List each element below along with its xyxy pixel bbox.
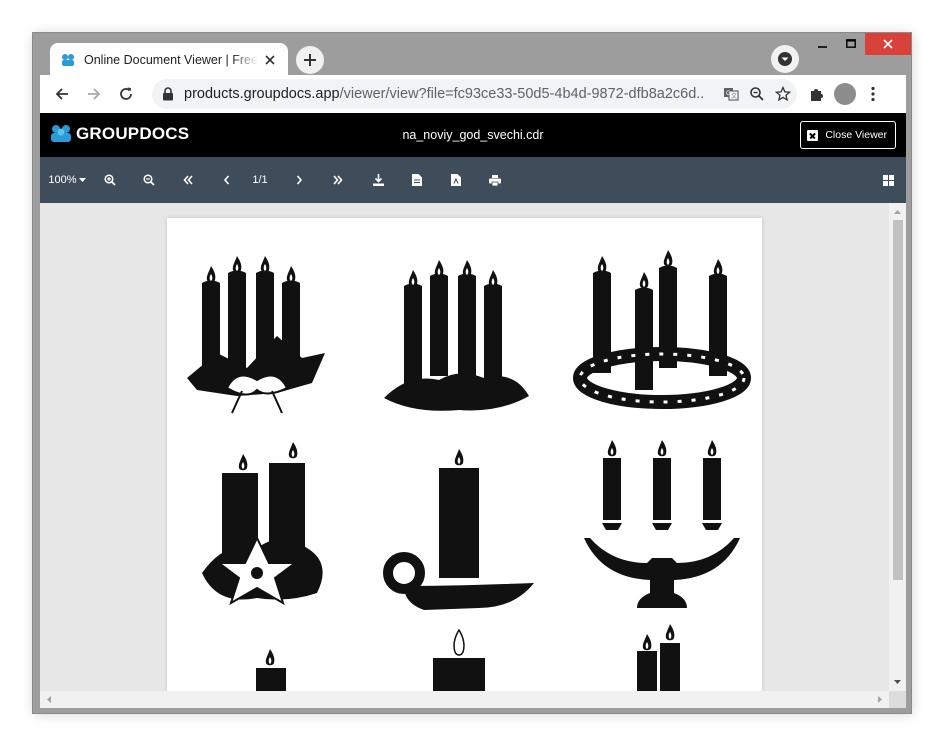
- thumbnails-button[interactable]: [878, 171, 898, 189]
- minimize-icon: [818, 46, 827, 48]
- grid-icon: [882, 174, 894, 186]
- horizontal-scrollbar[interactable]: [40, 691, 889, 708]
- zoom-icon[interactable]: [749, 86, 765, 102]
- first-page-button[interactable]: [178, 171, 198, 189]
- url-host: products.groupdocs.app: [184, 86, 340, 102]
- browser-window: Online Document Viewer | Free GroupDocs …: [32, 32, 912, 714]
- candle-group-5: [383, 449, 534, 610]
- double-chevron-right-icon: [333, 175, 343, 185]
- document-area: [40, 203, 906, 708]
- zoom-in-button[interactable]: [100, 171, 120, 189]
- forward-button[interactable]: [78, 78, 110, 110]
- scroll-left-icon[interactable]: [43, 691, 55, 708]
- star-icon[interactable]: [775, 86, 791, 102]
- download-button[interactable]: [368, 171, 388, 189]
- close-icon: [883, 39, 893, 49]
- download-pdf-button[interactable]: [446, 171, 466, 189]
- app-header: GROUPDOCS na_noviy_god_svechi.cdr Close …: [40, 113, 906, 157]
- file-pdf-icon: [451, 174, 461, 186]
- arrow-left-icon: [55, 88, 68, 100]
- more-vertical-icon[interactable]: [864, 85, 882, 103]
- tab-close-icon[interactable]: [262, 52, 278, 68]
- zoom-out-button[interactable]: [139, 171, 159, 189]
- vertical-scrollbar[interactable]: [889, 203, 906, 691]
- svg-text:文: 文: [731, 92, 737, 100]
- scroll-down-icon[interactable]: [889, 676, 906, 688]
- scroll-right-icon[interactable]: [874, 691, 886, 708]
- scroll-up-icon[interactable]: [889, 206, 906, 218]
- candle-group-4: [202, 442, 323, 606]
- close-viewer-button[interactable]: Close Viewer: [800, 121, 896, 149]
- lock-icon[interactable]: [152, 87, 184, 101]
- tab-title: Online Document Viewer | Free GroupDocs …: [84, 53, 258, 67]
- tab-strip: Online Document Viewer | Free GroupDocs …: [33, 33, 911, 77]
- next-page-button[interactable]: [289, 171, 309, 189]
- zoom-dropdown[interactable]: 100%: [48, 171, 86, 189]
- candle-group-3: [573, 250, 751, 409]
- zoom-in-icon: [104, 174, 116, 186]
- back-button[interactable]: [46, 78, 78, 110]
- double-chevron-left-icon: [183, 175, 193, 185]
- reload-icon: [120, 87, 132, 100]
- candle-group-1: [187, 256, 325, 414]
- minimize-button[interactable]: [809, 33, 837, 55]
- new-tab-button[interactable]: [296, 46, 324, 74]
- close-square-icon: [807, 129, 819, 141]
- candle-group-6: [584, 440, 740, 608]
- chevron-left-icon: [223, 175, 230, 185]
- candles-illustration: [187, 250, 751, 708]
- file-icon: [412, 174, 422, 186]
- translate-icon[interactable]: G文: [723, 86, 739, 102]
- download-icon: [372, 174, 384, 186]
- zoom-value: 100%: [48, 174, 77, 186]
- avatar[interactable]: [834, 83, 856, 105]
- page-indicator: 1/1: [252, 174, 268, 186]
- document-page: [167, 218, 762, 708]
- last-page-button[interactable]: [328, 171, 348, 189]
- reload-button[interactable]: [110, 78, 142, 110]
- browser-toolbar: products.groupdocs.app/viewer/view?file=…: [40, 75, 906, 113]
- close-viewer-label: Close Viewer: [825, 129, 887, 141]
- puzzle-icon[interactable]: [808, 85, 826, 103]
- plus-icon: [304, 54, 316, 66]
- caret-down-icon: [78, 177, 86, 182]
- extension-area: [808, 79, 882, 109]
- window-close-button[interactable]: [865, 33, 911, 55]
- zoom-out-icon: [143, 174, 155, 186]
- tab-search-button[interactable]: [771, 45, 799, 73]
- print-icon: [489, 174, 501, 186]
- chevron-right-icon: [296, 175, 303, 185]
- maximize-icon: [846, 39, 856, 48]
- url-path: /viewer/view?file=fc93ce33-50d5-4b4d-987…: [339, 86, 704, 102]
- document-filename: na_noviy_god_svechi.cdr: [402, 128, 544, 142]
- browser-tab[interactable]: Online Document Viewer | Free GroupDocs …: [50, 43, 288, 77]
- scroll-corner: [889, 691, 906, 708]
- groupdocs-favicon-icon: [62, 54, 74, 66]
- vertical-scroll-thumb[interactable]: [893, 220, 903, 580]
- candle-group-2: [384, 260, 529, 411]
- maximize-button[interactable]: [837, 33, 865, 55]
- prev-page-button[interactable]: [217, 171, 237, 189]
- download-original-button[interactable]: [407, 171, 427, 189]
- viewer-toolbar: 100% 1/1: [40, 157, 906, 203]
- address-bar[interactable]: products.groupdocs.app/viewer/view?file=…: [152, 79, 797, 109]
- chevron-circle-down-icon: [778, 52, 792, 66]
- arrow-right-icon: [88, 88, 101, 100]
- url-text[interactable]: products.groupdocs.app/viewer/view?file=…: [184, 86, 704, 102]
- print-button[interactable]: [485, 171, 505, 189]
